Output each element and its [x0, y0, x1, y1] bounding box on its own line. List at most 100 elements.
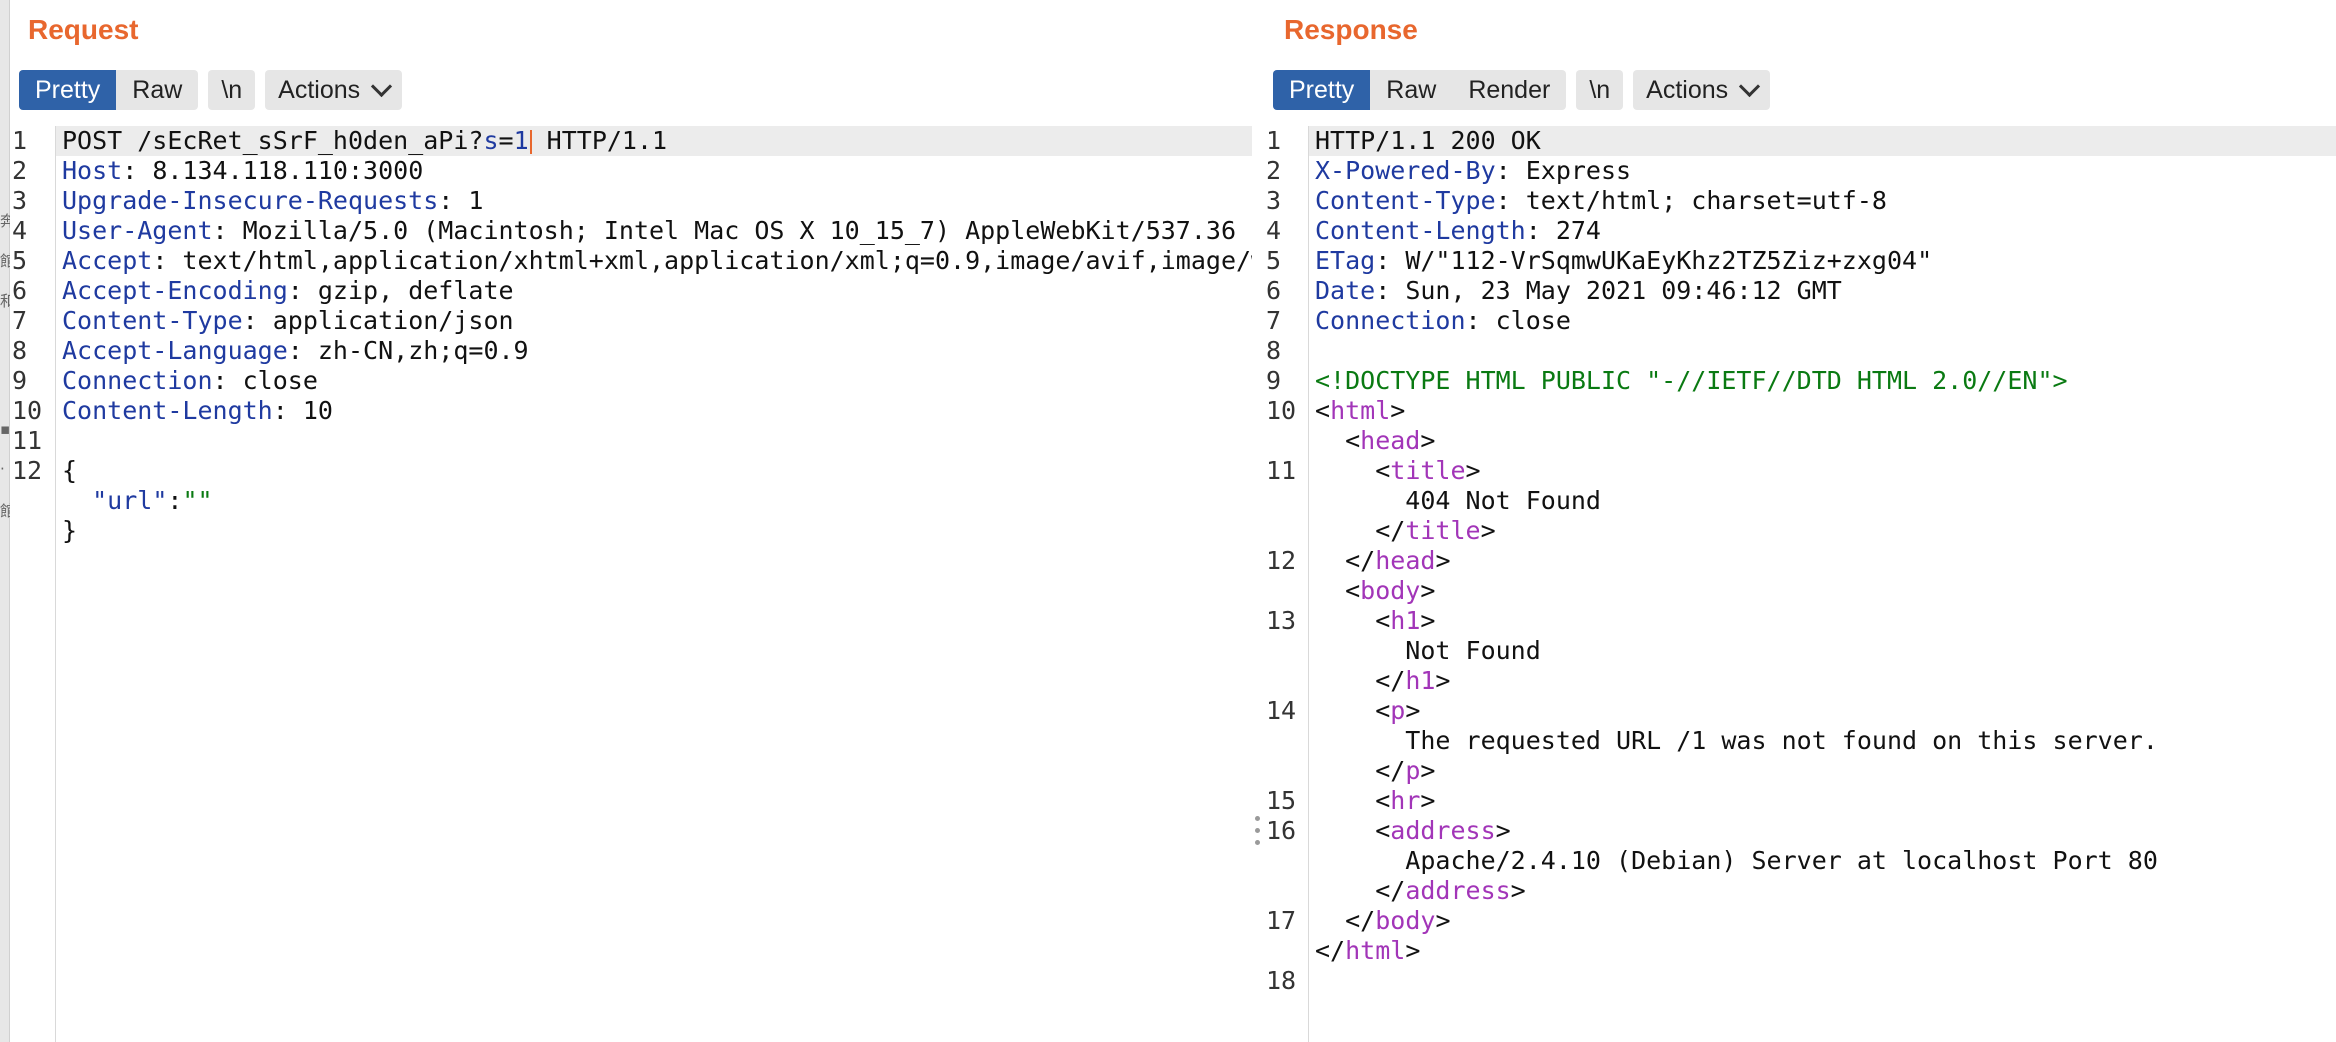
response-code-line: </html>	[1309, 936, 2336, 966]
token: ""	[182, 486, 213, 515]
line-text: Connection: close	[1309, 306, 1571, 335]
token: head	[1375, 546, 1436, 575]
response-actions-label: Actions	[1646, 76, 1729, 104]
token: X-Powered-By	[1315, 156, 1496, 185]
token: : 274	[1525, 216, 1601, 245]
token: Accept	[62, 246, 153, 275]
line-text: </h1>	[1309, 666, 1450, 695]
request-code-line: 10 Content-Length: 10	[12, 396, 1252, 426]
token: html	[1345, 936, 1406, 965]
request-code-line: "url":""	[56, 486, 1252, 516]
line-text: <title>	[1309, 456, 1480, 485]
token: 404 Not Found	[1315, 486, 1601, 515]
line-number: 16	[1266, 816, 1297, 845]
token: address	[1405, 876, 1511, 905]
token: : text/html; charset=utf-8	[1495, 186, 1887, 215]
line-number: 15	[1266, 786, 1297, 815]
request-code-line: 9 Connection: close	[12, 366, 1252, 396]
response-editor[interactable]: 1 HTTP/1.1 200 OK 2 X-Powered-By: Express 3 C…	[1264, 126, 2336, 1042]
response-tab-raw[interactable]: Raw	[1370, 70, 1452, 110]
response-lines: 1 HTTP/1.1 200 OK 2 X-Powered-By: Express 3 C…	[1266, 126, 2336, 1042]
request-tab-raw[interactable]: Raw	[116, 70, 198, 110]
token: >	[1510, 876, 1526, 905]
line-number: 18	[1266, 966, 1297, 995]
response-code-line: 14 <p>	[1266, 696, 2336, 726]
panel-divider[interactable]	[1252, 0, 1264, 1042]
token: <	[1315, 426, 1361, 455]
token: : close	[212, 366, 318, 395]
token: >	[1435, 906, 1451, 935]
line-text: Host: 8.134.118.110:3000	[56, 156, 423, 185]
response-code-line: 2 X-Powered-By: Express	[1266, 156, 2336, 186]
token: : zh-CN,zh;q=0.9	[287, 336, 529, 365]
line-text: 404 Not Found	[1309, 486, 1601, 515]
token: Content-Type	[1315, 186, 1496, 215]
line-number: 2	[12, 156, 28, 185]
line-number: 4	[12, 216, 28, 245]
line-text: <p>	[1309, 696, 1420, 725]
response-code-line: 9 <!DOCTYPE HTML PUBLIC "-//IETF//DTD HTM…	[1266, 366, 2336, 396]
request-actions-button[interactable]: Actions	[265, 70, 403, 110]
request-editor[interactable]: 1 POST /sEcRet_sSrF_h0den_aPi?s=1 HTTP/1.…	[10, 126, 1252, 1042]
line-text: Date: Sun, 23 May 2021 09:46:12 GMT	[1309, 276, 1842, 305]
line-text	[56, 426, 62, 455]
token: <!DOCTYPE HTML PUBLIC "-//IETF//DTD HTML…	[1315, 366, 2068, 395]
line-number: 3	[12, 186, 28, 215]
token: body	[1375, 906, 1436, 935]
token: <	[1315, 606, 1391, 635]
token: POST /sEcRet_sSrF_h0den_aPi?	[62, 126, 484, 155]
line-number: 6	[1266, 276, 1282, 305]
token: : Express	[1495, 156, 1632, 185]
drag-handle-icon[interactable]	[1255, 816, 1260, 848]
line-text: X-Powered-By: Express	[1309, 156, 1631, 185]
response-actions-button[interactable]: Actions	[1633, 70, 1771, 110]
token: <	[1315, 816, 1391, 845]
token: : 10	[272, 396, 333, 425]
clipped-glyph-icon: ·	[0, 460, 5, 478]
line-number: 10	[12, 396, 43, 425]
token: : 1	[438, 186, 484, 215]
response-code-line: Apache/2.4.10 (Debian) Server at localho…	[1309, 846, 2336, 876]
token: </	[1315, 876, 1406, 905]
line-text: <address>	[1309, 816, 1510, 845]
response-tab-pretty[interactable]: Pretty	[1273, 70, 1371, 110]
response-code-line: Not Found	[1309, 636, 2336, 666]
token: Connection	[1315, 306, 1466, 335]
response-code-line: </h1>	[1309, 666, 2336, 696]
line-text: Apache/2.4.10 (Debian) Server at localho…	[1309, 846, 2158, 875]
token: Content-Length	[1315, 216, 1526, 245]
token: :	[167, 486, 183, 515]
response-tab-render[interactable]: Render	[1452, 70, 1566, 110]
request-code-line: 12 {	[12, 456, 1252, 486]
token: The requested URL /1 was not found on th…	[1315, 726, 2158, 755]
line-text: <body>	[1309, 576, 1435, 605]
token: <	[1315, 696, 1391, 725]
token: >	[1420, 426, 1436, 455]
request-tab-pretty[interactable]: Pretty	[19, 70, 117, 110]
request-newline-toggle[interactable]: \n	[208, 70, 256, 110]
response-code-line: 15 <hr>	[1266, 786, 2336, 816]
token: 1	[513, 126, 529, 155]
request-actions-label: Actions	[278, 76, 361, 104]
response-code-line: </title>	[1309, 516, 2336, 546]
request-code-line: 7 Content-Type: application/json	[12, 306, 1252, 336]
request-code-line: 5 Accept: text/html,application/xhtml+xml…	[12, 246, 1252, 276]
token: </	[1315, 666, 1406, 695]
token: Not Found	[1315, 636, 1541, 665]
request-lines: 1 POST /sEcRet_sSrF_h0den_aPi?s=1 HTTP/1.…	[12, 126, 1252, 1042]
token: s	[483, 126, 499, 155]
response-title: Response	[1284, 14, 1418, 45]
left-edge-strip: 奔 館 和 ▪ · 館	[0, 0, 15, 1042]
token: : close	[1465, 306, 1571, 335]
token: >	[1390, 396, 1406, 425]
token: : 8.134.118.110:3000	[122, 156, 424, 185]
request-toolbar: Pretty Raw \n Actions	[19, 70, 403, 110]
response-code-line: 5 ETag: W/"112-VrSqmwUKaEyKhz2TZ5Ziz+zxg0…	[1266, 246, 2336, 276]
response-toolbar: Pretty Raw Render \n Actions	[1273, 70, 1771, 110]
response-newline-toggle[interactable]: \n	[1576, 70, 1624, 110]
token: : gzip, deflate	[287, 276, 514, 305]
line-number: 9	[12, 366, 28, 395]
line-text: <html>	[1309, 396, 1405, 425]
token: Content-Type	[62, 306, 243, 335]
